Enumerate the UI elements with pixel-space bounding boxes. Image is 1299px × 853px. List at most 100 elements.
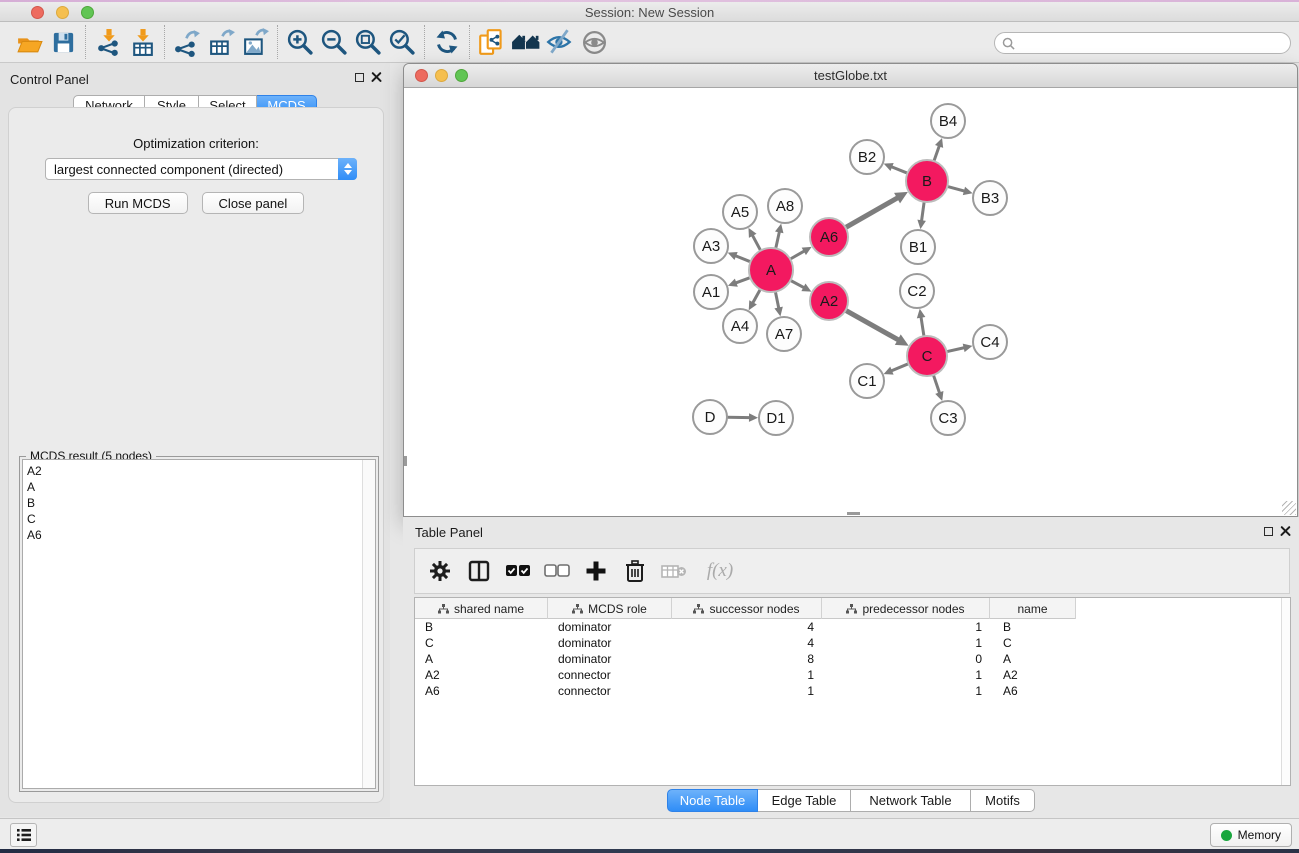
result-list-item[interactable]: C — [23, 511, 361, 527]
function-builder-button[interactable]: f(x) — [698, 556, 742, 586]
close-panel-button[interactable]: Close panel — [202, 192, 305, 214]
zoom-selected-button[interactable] — [385, 25, 419, 59]
delete-table-button[interactable] — [659, 556, 689, 586]
column-header-shared-name[interactable]: shared name — [415, 598, 548, 619]
column-header-successor-nodes[interactable]: successor nodes — [672, 598, 822, 619]
table-row[interactable]: Bdominator41B — [415, 619, 1290, 635]
result-list-item[interactable]: A2 — [23, 463, 361, 479]
result-list-item[interactable]: B — [23, 495, 361, 511]
table-cell[interactable]: 1 — [822, 636, 990, 650]
show-columns-button[interactable] — [464, 556, 494, 586]
table-scrollbar[interactable] — [1281, 598, 1290, 785]
table-cell[interactable]: 1 — [822, 620, 990, 634]
table-cell[interactable]: 1 — [822, 668, 990, 682]
select-all-button[interactable] — [503, 556, 533, 586]
edge-B-B2[interactable] — [891, 167, 907, 174]
tab-node-table[interactable]: Node Table — [667, 789, 758, 812]
search-field[interactable] — [994, 32, 1291, 54]
result-list-item[interactable]: A6 — [23, 527, 361, 543]
edge-B-B3[interactable] — [947, 186, 965, 191]
table-cell[interactable]: connector — [548, 668, 672, 682]
edge-A-A7[interactable] — [775, 292, 778, 309]
column-header-name[interactable]: name — [990, 598, 1076, 619]
table-cell[interactable]: 4 — [672, 636, 822, 650]
edge-A-A5[interactable] — [752, 235, 760, 251]
float-panel-icon[interactable] — [355, 73, 364, 82]
horizontal-scroll-thumb[interactable] — [847, 512, 860, 515]
apply-layout-button[interactable] — [430, 25, 464, 59]
optimization-criterion-dropdown[interactable]: largest connected component (directed) — [45, 158, 357, 180]
table-cell[interactable]: C — [415, 636, 548, 650]
table-cell[interactable]: 1 — [672, 668, 822, 682]
column-header-predecessor-nodes[interactable]: predecessor nodes — [822, 598, 990, 619]
table-cell[interactable]: dominator — [548, 636, 672, 650]
edge-B-B1[interactable] — [922, 202, 925, 221]
edge-A-A1[interactable] — [735, 278, 750, 283]
edge-A-A8[interactable] — [776, 231, 780, 248]
zoom-out-button[interactable] — [317, 25, 351, 59]
result-scrollbar[interactable] — [362, 460, 375, 788]
home-layout-button[interactable] — [509, 25, 543, 59]
table-cell[interactable]: 1 — [822, 684, 990, 698]
tab-edge-table[interactable]: Edge Table — [758, 789, 851, 812]
edge-A-A2[interactable] — [790, 280, 804, 287]
save-session-button[interactable] — [46, 25, 80, 59]
delete-button[interactable] — [620, 556, 650, 586]
edge-C-C3[interactable] — [933, 375, 939, 393]
edge-A-A4[interactable] — [753, 289, 761, 303]
table-cell[interactable]: connector — [548, 684, 672, 698]
resize-grip-icon[interactable] — [1282, 501, 1296, 515]
import-table-button[interactable] — [125, 25, 159, 59]
table-cell[interactable]: A — [990, 652, 1076, 666]
table-cell[interactable]: 8 — [672, 652, 822, 666]
network-graph[interactable]: AA1A2A3A4A5A6A7A8BB1B2B3B4CC1C2C3C4DD1 — [404, 88, 1297, 516]
dropdown-stepper-icon[interactable] — [338, 158, 357, 180]
edge-C-C2[interactable] — [921, 317, 924, 337]
show-panel-button[interactable] — [577, 25, 611, 59]
table-cell[interactable]: A — [415, 652, 548, 666]
column-header-MCDS-role[interactable]: MCDS role — [548, 598, 672, 619]
network-canvas[interactable]: AA1A2A3A4A5A6A7A8BB1B2B3B4CC1C2C3C4DD1 — [404, 88, 1297, 516]
result-list-item[interactable]: A — [23, 479, 361, 495]
open-session-button[interactable] — [12, 25, 46, 59]
vertical-scroll-thumb[interactable] — [404, 456, 407, 466]
tab-network-table[interactable]: Network Table — [851, 789, 971, 812]
table-row[interactable]: Cdominator41C — [415, 635, 1290, 651]
import-network-button[interactable] — [91, 25, 125, 59]
edge-C-C4[interactable] — [947, 348, 965, 352]
table-cell[interactable]: 4 — [672, 620, 822, 634]
add-row-button[interactable] — [581, 556, 611, 586]
table-row[interactable]: A6connector11A6 — [415, 683, 1290, 699]
edge-A-A6[interactable] — [790, 251, 805, 259]
tab-motifs[interactable]: Motifs — [971, 789, 1035, 812]
edge-A-A3[interactable] — [735, 256, 750, 262]
hide-panel-button[interactable] — [543, 25, 577, 59]
table-cell[interactable]: A2 — [990, 668, 1076, 682]
table-cell[interactable]: dominator — [548, 620, 672, 634]
table-settings-button[interactable] — [425, 556, 455, 586]
table-cell[interactable]: A6 — [990, 684, 1076, 698]
task-history-button[interactable] — [10, 823, 37, 847]
unselect-all-button[interactable] — [542, 556, 572, 586]
table-row[interactable]: A2connector11A2 — [415, 667, 1290, 683]
close-panel-icon[interactable] — [371, 72, 382, 83]
table-cell[interactable]: B — [990, 620, 1076, 634]
table-cell[interactable]: 0 — [822, 652, 990, 666]
edge-A2-C[interactable] — [846, 310, 899, 340]
duplicate-network-button[interactable] — [475, 25, 509, 59]
export-network-button[interactable] — [170, 25, 204, 59]
float-table-panel-icon[interactable] — [1264, 527, 1273, 536]
table-cell[interactable]: C — [990, 636, 1076, 650]
export-image-button[interactable] — [238, 25, 272, 59]
edge-C-C1[interactable] — [891, 364, 909, 371]
zoom-in-button[interactable] — [283, 25, 317, 59]
export-table-button[interactable] — [204, 25, 238, 59]
table-cell[interactable]: 1 — [672, 684, 822, 698]
edge-A6-B[interactable] — [845, 198, 897, 228]
edge-B-B4[interactable] — [934, 146, 939, 162]
memory-button[interactable]: Memory — [1210, 823, 1292, 847]
zoom-fit-button[interactable] — [351, 25, 385, 59]
run-mcds-button[interactable]: Run MCDS — [88, 192, 188, 214]
search-input[interactable] — [1015, 36, 1265, 50]
table-cell[interactable]: B — [415, 620, 548, 634]
